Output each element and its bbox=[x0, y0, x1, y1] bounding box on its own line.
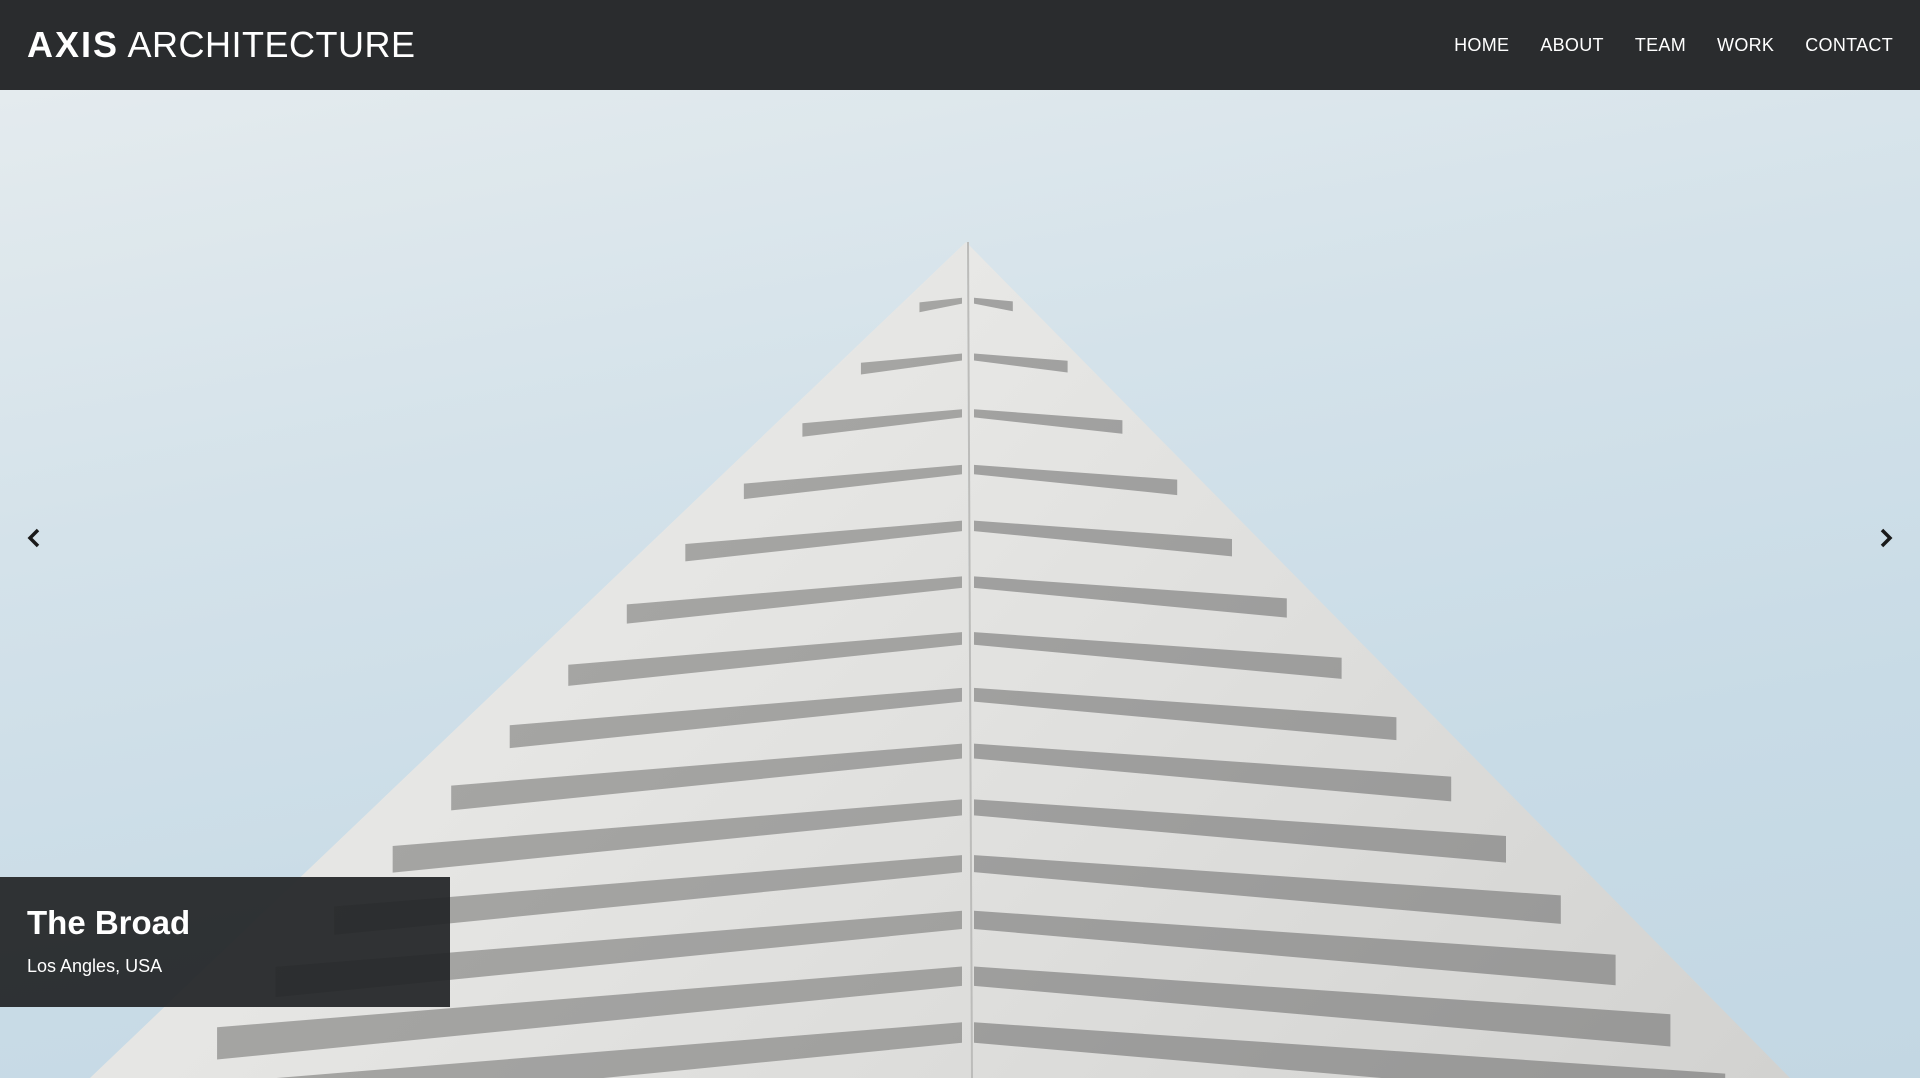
site-logo[interactable]: AXIS ARCHITECTURE bbox=[27, 24, 416, 66]
nav-about[interactable]: ABOUT bbox=[1540, 35, 1604, 56]
nav-home[interactable]: HOME bbox=[1454, 35, 1509, 56]
nav-contact[interactable]: CONTACT bbox=[1805, 35, 1893, 56]
logo-light: ARCHITECTURE bbox=[127, 24, 416, 65]
nav-work[interactable]: WORK bbox=[1717, 35, 1774, 56]
site-header: AXIS ARCHITECTURE HOME ABOUT TEAM WORK C… bbox=[0, 0, 1920, 90]
slide-title: The Broad bbox=[27, 904, 191, 941]
slide-location: Los Angles, USA bbox=[27, 956, 163, 976]
slider-prev-button[interactable] bbox=[22, 523, 46, 553]
slider-next-button[interactable] bbox=[1874, 523, 1898, 553]
logo-bold: AXIS bbox=[27, 24, 120, 65]
chevron-right-icon bbox=[1880, 528, 1893, 548]
page: AXIS ARCHITECTURE HOME ABOUT TEAM WORK C… bbox=[0, 0, 1920, 1078]
slide-caption: The Broad Los Angles, USA bbox=[0, 877, 450, 1007]
hero-slider: The Broad Los Angles, USA bbox=[0, 90, 1920, 1078]
main-nav: HOME ABOUT TEAM WORK CONTACT bbox=[1454, 35, 1893, 56]
nav-team[interactable]: TEAM bbox=[1635, 35, 1686, 56]
chevron-left-icon bbox=[27, 528, 40, 548]
